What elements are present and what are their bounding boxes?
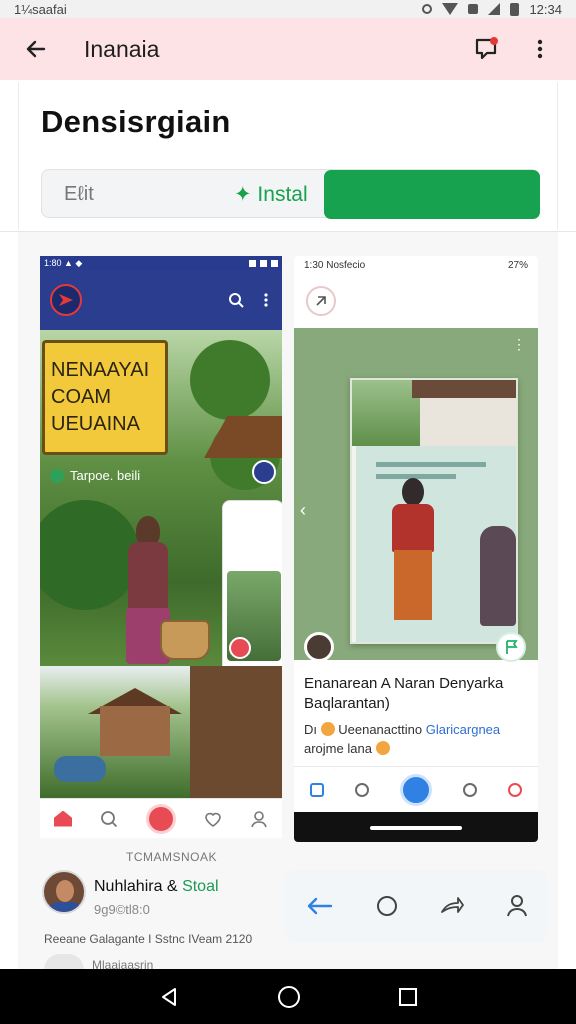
mini-preview-card[interactable] [222, 500, 282, 666]
motorbike [54, 756, 106, 782]
screenshot-right-home-bar [294, 812, 538, 842]
app-bar: Inanaia [0, 18, 576, 80]
install-button[interactable] [324, 170, 540, 219]
nav-home-icon[interactable] [277, 985, 301, 1009]
search-icon [229, 293, 244, 308]
screenshot-right-meta: Dı Ueenanacttino Glaricargnea arojme lan… [304, 720, 532, 758]
battery-icon [271, 259, 278, 267]
back-button[interactable] [18, 31, 54, 67]
app-bar-title: Inanaia [84, 35, 160, 62]
home-icon[interactable] [309, 782, 324, 797]
search-icon[interactable] [354, 782, 369, 797]
nav-recents-icon[interactable] [398, 987, 418, 1007]
reviewer-badge: Stoal [182, 878, 219, 895]
section-label: TCMAMSNOAK [126, 850, 218, 864]
chat-icon [475, 37, 498, 60]
alarm-icon [422, 4, 433, 14]
more-vert-icon [264, 293, 268, 307]
app-logo-icon [50, 284, 82, 316]
screenshot-right-title: Enanarean A Naran Denyarka Baqlarantan) [304, 675, 504, 712]
screenshot-left-app-bar [40, 270, 282, 330]
flag-icon[interactable] [496, 632, 526, 662]
reviewer-avatar[interactable] [42, 870, 86, 914]
install-row: Eℓit ✦ Instal [41, 169, 540, 219]
home-icon[interactable] [54, 810, 72, 827]
more-vert-icon [537, 39, 543, 59]
floating-action-bar [284, 870, 548, 942]
screenshot-left-status-icons [249, 259, 278, 267]
screenshot-left-status-bar: 1:80 ▲ ◆ [40, 256, 282, 270]
screenshot-left-hero-image: NENAAYAI COAM UEUAINA Tarpoe. beili [40, 330, 282, 666]
woman-figure-2 [480, 526, 516, 626]
status-time: 12:34 [529, 1, 562, 17]
system-nav-bar [0, 969, 576, 1024]
edit-button[interactable]: Eℓit [64, 183, 94, 206]
battery-icon [510, 2, 520, 16]
reviewer-sub: 9g9©tl8:0 [94, 902, 150, 917]
back-arrow-icon [26, 40, 46, 58]
profile-icon[interactable] [506, 894, 528, 918]
play-icon[interactable] [146, 803, 176, 834]
screenshot-right[interactable]: 1:30 Nosfecio 27% ⋮ ‹ Enanarean A Naran … [294, 256, 538, 842]
record-icon[interactable] [229, 637, 251, 659]
basket [160, 620, 210, 660]
leaf-icon [50, 468, 64, 483]
screenshot-right-top-bar [294, 274, 538, 328]
review-text: Reeane Galagante I Sstnc IVeam 2120 [44, 932, 253, 946]
woman-figure [386, 478, 440, 630]
nav-back-icon[interactable] [158, 986, 180, 1008]
screenshot-left-caption: Tarpoe. beili [50, 468, 140, 483]
palm-tree [190, 340, 270, 420]
profile-icon[interactable] [250, 810, 268, 828]
status-bar: 1¼saafai 12:34 [0, 0, 576, 18]
heart-icon[interactable] [204, 810, 222, 828]
more-options-button[interactable] [522, 31, 558, 67]
chat-icon[interactable] [463, 782, 478, 797]
meta-text-1: Dı [304, 722, 317, 737]
meta-link[interactable]: Glaricargnea [426, 722, 500, 737]
author-avatar[interactable] [304, 632, 334, 662]
screenshot-left-village-image [40, 666, 282, 798]
reviewer-name-text: Nuhlahira & [94, 878, 178, 895]
screenshot-right-bottom-nav [294, 766, 538, 812]
app-name: Densisrgiain [41, 104, 231, 139]
signal-icon [488, 3, 501, 15]
screenshot-left-caption-text: Tarpoe. beili [70, 468, 141, 483]
screenshot-left[interactable]: 1:80 ▲ ◆ NENAAYAI COAM UEUAINA Tarpoe. b… [40, 256, 282, 838]
emoji-icon [375, 741, 390, 755]
more-vert-icon[interactable]: ⋮ [512, 336, 526, 353]
signal-icon [260, 259, 267, 267]
status-bar-left-text: 1¼saafai [14, 1, 67, 17]
wooden-stall [190, 666, 282, 798]
reviewer-name: Nuhlahira & Stoal [94, 878, 219, 896]
share-icon[interactable] [439, 894, 465, 918]
badge-icon [252, 460, 276, 484]
house [100, 706, 170, 756]
link-icon[interactable] [306, 286, 336, 316]
chat-button[interactable] [468, 31, 504, 67]
search-icon[interactable] [100, 810, 118, 828]
screenshot-right-status-right: 27% [507, 259, 528, 271]
notification-icon [468, 4, 479, 14]
screenshot-right-hero: ⋮ ‹ [294, 328, 538, 660]
screenshot-right-status-bar: 1:30 Nosfecio 27% [294, 256, 538, 274]
screenshot-left-status-text: 1:80 ▲ ◆ [44, 257, 83, 268]
back-arrow-icon[interactable] [304, 894, 334, 918]
chevron-left-icon[interactable]: ‹ [300, 500, 306, 521]
emoji-icon [320, 722, 335, 736]
wifi-icon [442, 3, 459, 15]
circle-icon[interactable] [375, 894, 399, 918]
share-fab-icon[interactable] [399, 773, 432, 806]
bell-icon[interactable] [508, 782, 523, 797]
screenshot-right-status-time: 1:30 Nosfecio [304, 259, 366, 271]
wifi-icon [249, 259, 256, 267]
sign-board: NENAAYAI COAM UEUAINA [42, 340, 168, 455]
meta-text-3: arojme lana [304, 741, 372, 756]
meta-text-2: Ueenanacttino [338, 722, 423, 737]
install-label[interactable]: ✦ Instal [234, 182, 308, 207]
screenshot-left-bottom-nav [40, 798, 282, 838]
app-header-card: Densisrgiain Eℓit ✦ Instal [18, 82, 558, 230]
